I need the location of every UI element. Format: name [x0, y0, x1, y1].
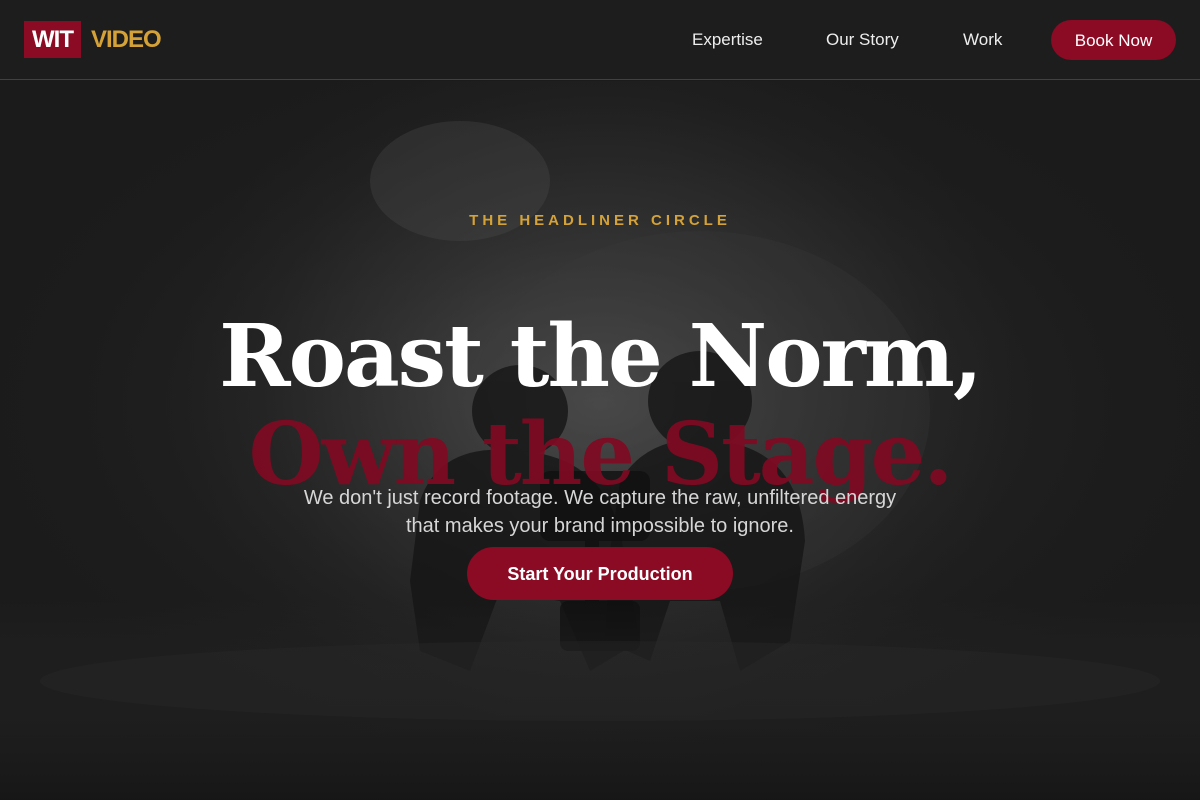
book-now-button[interactable]: Book Now: [1051, 20, 1176, 60]
nav-link-expertise[interactable]: Expertise: [692, 30, 763, 50]
nav-link-our-story[interactable]: Our Story: [826, 30, 899, 50]
hero-subtext-line1: We don't just record footage. We capture…: [303, 487, 897, 509]
hero-subtext-line2: that makes your brand impossible to igno…: [406, 515, 794, 537]
nav-link-work[interactable]: Work: [963, 30, 1002, 50]
logo-wit-text: WIT: [24, 21, 81, 58]
start-production-button[interactable]: Start Your Production: [467, 547, 733, 600]
hero-section: THE HEADLINER CIRCLE Roast the Norm, Own…: [0, 81, 1200, 800]
hero-eyebrow: THE HEADLINER CIRCLE: [469, 212, 731, 229]
logo-video-text: VIDEO: [90, 26, 162, 53]
hero-subtext: We don't just record footage. We capture…: [0, 484, 1200, 540]
logo[interactable]: WIT VIDEO: [24, 21, 162, 58]
hero-headline-line1: Roast the Norm,: [219, 305, 983, 407]
site-header: WIT VIDEO Expertise Our Story Work Book …: [0, 0, 1200, 80]
page: WIT VIDEO Expertise Our Story Work Book …: [0, 0, 1200, 800]
